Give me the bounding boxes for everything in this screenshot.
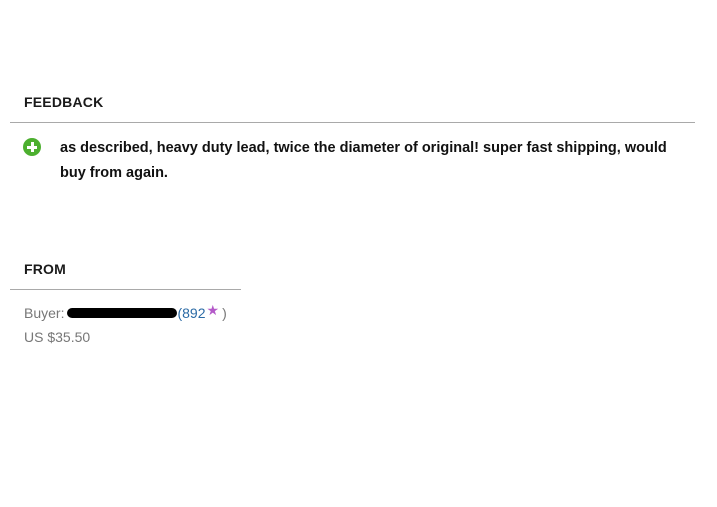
positive-plus-icon (23, 138, 41, 156)
feedback-score-link[interactable]: 892 (182, 305, 205, 321)
score-close-paren: ) (222, 304, 227, 321)
buyer-line: Buyer: ( 892 ★ ) (24, 302, 227, 321)
from-divider (10, 289, 241, 290)
buyer-name-redacted (67, 307, 178, 318)
feedback-heading: FEEDBACK (24, 94, 104, 110)
feedback-divider (10, 122, 695, 123)
from-heading: FROM (24, 261, 67, 277)
star-icon: ★ (206, 302, 220, 318)
buyer-label: Buyer: (24, 304, 65, 321)
item-price: US $35.50 (24, 329, 91, 345)
feedback-comment: as described, heavy duty lead, twice the… (60, 140, 667, 181)
